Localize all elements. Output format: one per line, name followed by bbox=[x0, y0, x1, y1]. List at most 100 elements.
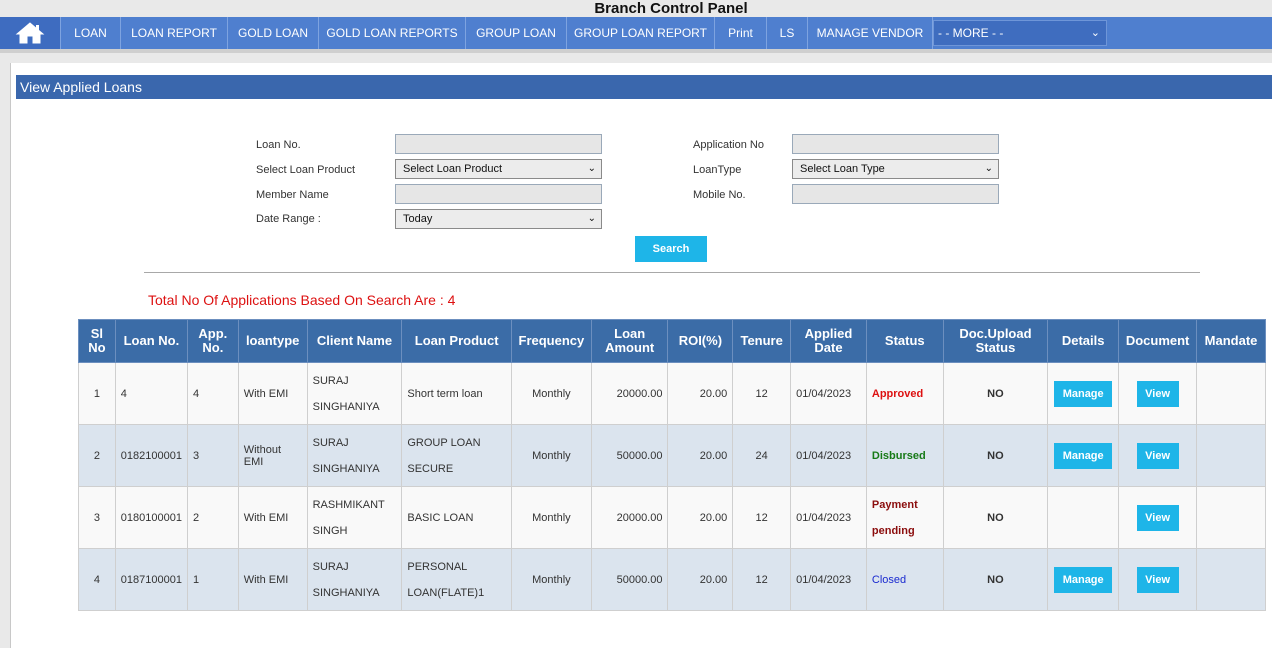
home-button[interactable] bbox=[0, 17, 61, 49]
application-no-label: Application No bbox=[693, 139, 764, 151]
member-name-input[interactable] bbox=[395, 184, 602, 204]
chevron-down-icon: ⌄ bbox=[587, 163, 596, 174]
cell-roi: 20.00 bbox=[667, 362, 734, 425]
cell-mandate bbox=[1196, 548, 1266, 611]
cell-details: Manage bbox=[1047, 548, 1120, 611]
cell-loantype: With EMI bbox=[237, 548, 308, 611]
nav-print[interactable]: Print bbox=[715, 17, 767, 49]
search-button[interactable]: Search bbox=[635, 236, 707, 262]
cell-mandate bbox=[1196, 486, 1266, 549]
cell-loan-amount: 20000.00 bbox=[590, 486, 669, 549]
date-range-select[interactable]: Today ⌄ bbox=[395, 209, 602, 229]
col-loan-amount: Loan Amount bbox=[590, 319, 669, 363]
date-range-label: Date Range : bbox=[256, 213, 321, 225]
cell-loan-amount: 50000.00 bbox=[590, 548, 669, 611]
nav-gold-loan-reports[interactable]: GOLD LOAN REPORTS bbox=[319, 17, 466, 49]
manage-button[interactable]: Manage bbox=[1054, 442, 1113, 469]
view-button[interactable]: View bbox=[1136, 504, 1179, 531]
cell-loan-no: 0187100001 bbox=[114, 548, 188, 611]
more-menu-select[interactable]: - - MORE - - ⌄ bbox=[933, 20, 1107, 46]
nav-gold-loan[interactable]: GOLD LOAN bbox=[228, 17, 319, 49]
status-badge: Closed bbox=[871, 573, 907, 586]
cell-tenure: 12 bbox=[732, 486, 792, 549]
cell-loan-no: 0182100001 bbox=[114, 424, 188, 487]
cell-status: Closed bbox=[865, 548, 944, 611]
status-badge: Disbursed bbox=[871, 449, 926, 462]
chevron-down-icon: ⌄ bbox=[1090, 27, 1100, 39]
cell-applied-date: 01/04/2023 bbox=[790, 362, 867, 425]
cell-loan-product: GROUP LOAN SECURE bbox=[401, 424, 512, 487]
member-name-label: Member Name bbox=[256, 189, 329, 201]
nav-loan-report[interactable]: LOAN REPORT bbox=[121, 17, 228, 49]
cell-tenure: 12 bbox=[732, 362, 792, 425]
cell-loan-no: 0180100001 bbox=[114, 486, 188, 549]
view-button[interactable]: View bbox=[1136, 566, 1179, 593]
manage-button[interactable]: Manage bbox=[1054, 566, 1113, 593]
cell-mandate bbox=[1196, 362, 1266, 425]
cell-roi: 20.00 bbox=[667, 486, 734, 549]
cell-loantype: Without EMI bbox=[237, 424, 308, 487]
date-range-value: Today bbox=[403, 213, 433, 225]
cell-doc-upload-status: NO bbox=[942, 362, 1049, 425]
col-loan-product: Loan Product bbox=[401, 319, 512, 363]
cell-details: Manage bbox=[1047, 362, 1120, 425]
cell-client-name: SURAJ SINGHANIYA bbox=[306, 362, 403, 425]
loan-type-value: Select Loan Type bbox=[800, 163, 885, 175]
table-row: 4 0187100001 1 With EMI SURAJ SINGHANIYA … bbox=[78, 548, 1266, 611]
cell-document: View bbox=[1118, 424, 1198, 487]
table-row: 1 4 4 With EMI SURAJ SINGHANIYA Short ter… bbox=[78, 362, 1266, 425]
loan-product-value: Select Loan Product bbox=[403, 163, 503, 175]
mobile-no-label: Mobile No. bbox=[693, 189, 746, 201]
mobile-no-input[interactable] bbox=[792, 184, 999, 204]
loan-type-label: LoanType bbox=[693, 164, 742, 176]
cell-app-no: 4 bbox=[186, 362, 239, 425]
loan-type-select[interactable]: Select Loan Type ⌄ bbox=[792, 159, 999, 179]
cell-loan-amount: 20000.00 bbox=[590, 362, 669, 425]
loan-product-select[interactable]: Select Loan Product ⌄ bbox=[395, 159, 602, 179]
nav-manage-vendor[interactable]: MANAGE VENDOR bbox=[808, 17, 933, 49]
cell-loan-amount: 50000.00 bbox=[590, 424, 669, 487]
cell-document: View bbox=[1118, 362, 1198, 425]
col-applied-date: Applied Date bbox=[790, 319, 867, 363]
manage-button[interactable]: Manage bbox=[1054, 380, 1113, 407]
cell-applied-date: 01/04/2023 bbox=[790, 486, 867, 549]
cell-status: Approved bbox=[865, 362, 944, 425]
col-status: Status bbox=[865, 319, 944, 363]
cell-loan-no: 4 bbox=[114, 362, 188, 425]
col-loantype: loantype bbox=[237, 319, 308, 363]
nav-loan[interactable]: LOAN bbox=[61, 17, 121, 49]
table-row: 2 0182100001 3 Without EMI SURAJ SINGHANI… bbox=[78, 424, 1266, 487]
cell-roi: 20.00 bbox=[667, 424, 734, 487]
col-document: Document bbox=[1118, 319, 1198, 363]
cell-app-no: 3 bbox=[186, 424, 239, 487]
application-no-input[interactable] bbox=[792, 134, 999, 154]
top-navbar: LOAN LOAN REPORT GOLD LOAN GOLD LOAN REP… bbox=[0, 17, 1272, 49]
cell-frequency: Monthly bbox=[510, 486, 592, 549]
view-button[interactable]: View bbox=[1136, 380, 1179, 407]
cell-details bbox=[1047, 486, 1120, 549]
cell-loan-product: Short term loan bbox=[401, 362, 512, 425]
nav-group-loan[interactable]: GROUP LOAN bbox=[466, 17, 567, 49]
cell-frequency: Monthly bbox=[510, 424, 592, 487]
cell-loantype: With EMI bbox=[237, 486, 308, 549]
cell-loan-product: PERSONAL LOAN(FLATE)1 bbox=[401, 548, 512, 611]
nav-group-loan-report[interactable]: GROUP LOAN REPORT bbox=[567, 17, 715, 49]
col-details: Details bbox=[1047, 319, 1120, 363]
nav-ls[interactable]: LS bbox=[767, 17, 808, 49]
table-row: 3 0180100001 2 With EMI RASHMIKANT SINGH … bbox=[78, 486, 1266, 549]
cell-details: Manage bbox=[1047, 424, 1120, 487]
page-title: Branch Control Panel bbox=[594, 0, 748, 17]
cell-app-no: 2 bbox=[186, 486, 239, 549]
col-sl-no: Sl No bbox=[78, 319, 116, 363]
cell-client-name: SURAJ SINGHANIYA bbox=[306, 424, 403, 487]
cell-doc-upload-status: NO bbox=[942, 486, 1049, 549]
cell-status: Disbursed bbox=[865, 424, 944, 487]
cell-applied-date: 01/04/2023 bbox=[790, 548, 867, 611]
cell-client-name: RASHMIKANT SINGH bbox=[306, 486, 403, 549]
cell-sl-no: 1 bbox=[78, 362, 116, 425]
view-button[interactable]: View bbox=[1136, 442, 1179, 469]
loan-no-input[interactable] bbox=[395, 134, 602, 154]
status-badge: Payment bbox=[871, 498, 918, 511]
col-app-no: App. No. bbox=[186, 319, 239, 363]
loan-no-label: Loan No. bbox=[256, 139, 301, 151]
